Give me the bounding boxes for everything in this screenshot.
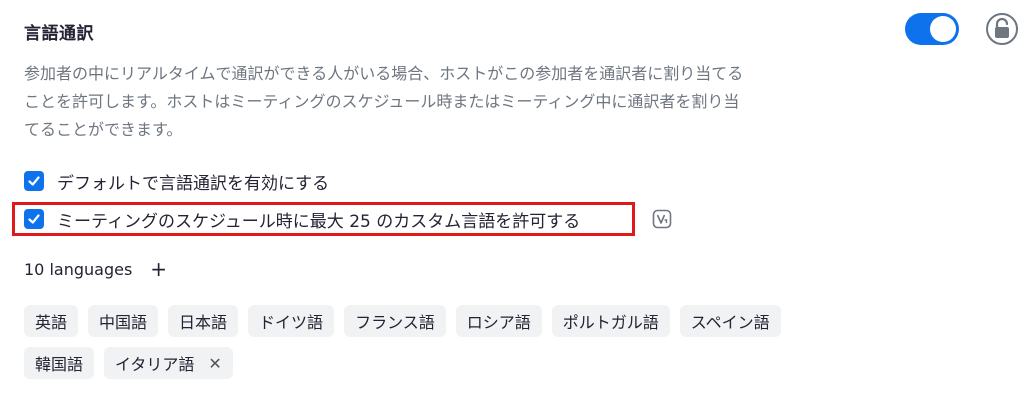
language-chip[interactable]: ドイツ語 — [248, 305, 335, 337]
chip-row: 英語 中国語 日本語 ドイツ語 フランス語 ロシア語 ポルトガル語 スペイン語 — [24, 305, 924, 337]
language-chip[interactable]: 韓国語 — [24, 347, 95, 379]
description-line: てることができます。 — [24, 120, 183, 139]
toggle-knob — [930, 16, 956, 42]
chip-label: 日本語 — [179, 313, 228, 332]
languages-count: 10 languages — [24, 259, 133, 279]
chip-label: スペイン語 — [690, 313, 770, 332]
chip-label: 韓国語 — [35, 355, 84, 374]
check-icon — [28, 214, 40, 224]
description-line: ことを許可します。ホストはミーティングのスケジュール時またはミーティング中に通訳… — [24, 92, 740, 111]
chip-row: 韓国語 イタリア語 ✕ — [24, 347, 924, 379]
chip-label: ポルトガル語 — [562, 313, 659, 332]
option-custom-languages[interactable]: ミーティングのスケジュール時に最大 25 のカスタム言語を許可する — [24, 206, 580, 232]
unlock-icon[interactable] — [985, 12, 1019, 46]
language-chip[interactable]: ロシア語 — [455, 305, 542, 337]
chip-label: フランス語 — [355, 313, 435, 332]
language-chip[interactable]: 英語 — [24, 305, 79, 337]
languages-header: 10 languages + — [24, 256, 167, 282]
version-info-icon[interactable] — [652, 209, 672, 229]
check-icon — [28, 176, 40, 186]
close-icon[interactable]: ✕ — [208, 354, 221, 373]
plus-icon[interactable]: + — [150, 259, 167, 279]
option-label: ミーティングのスケジュール時に最大 25 のカスタム言語を許可する — [57, 211, 581, 232]
language-chip[interactable]: イタリア語 ✕ — [104, 347, 233, 379]
language-chip[interactable]: フランス語 — [344, 305, 446, 337]
section-title: 言語通訳 — [24, 24, 94, 44]
chip-label: 中国語 — [99, 313, 148, 332]
chip-label: ドイツ語 — [259, 313, 324, 332]
language-chip[interactable]: スペイン語 — [679, 305, 781, 337]
chip-label: ロシア語 — [466, 313, 531, 332]
language-interpretation-toggle[interactable] — [905, 13, 959, 45]
chip-label: 英語 — [35, 313, 68, 332]
section-description: 参加者の中にリアルタイムで通訳ができる人がいる場合、ホストがこの参加者を通訳者に… — [24, 60, 884, 144]
language-chips: 英語 中国語 日本語 ドイツ語 フランス語 ロシア語 ポルトガル語 スペイン語 … — [24, 305, 924, 389]
chip-label: イタリア語 — [115, 355, 195, 374]
checkbox-checked[interactable] — [24, 171, 44, 191]
option-enable-by-default[interactable]: デフォルトで言語通訳を有効にする — [24, 168, 329, 194]
checkbox-checked[interactable] — [24, 209, 44, 229]
language-chip[interactable]: ポルトガル語 — [551, 305, 670, 337]
language-chip[interactable]: 中国語 — [88, 305, 159, 337]
description-line: 参加者の中にリアルタイムで通訳ができる人がいる場合、ホストがこの参加者を通訳者に… — [24, 64, 744, 83]
option-label: デフォルトで言語通訳を有効にする — [57, 173, 330, 194]
language-chip[interactable]: 日本語 — [168, 305, 239, 337]
